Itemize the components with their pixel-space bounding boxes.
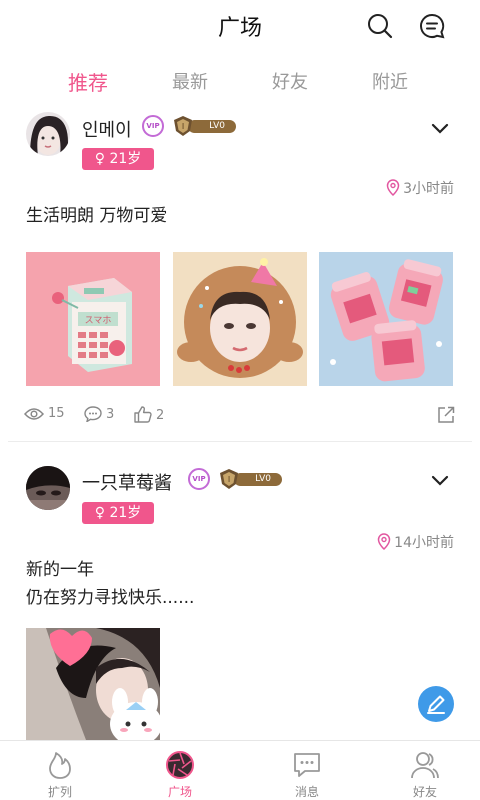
post-time: 3小时前: [386, 178, 454, 198]
time-label: 14小时前: [394, 535, 454, 551]
shield-icon: I: [174, 116, 192, 136]
avatar[interactable]: [26, 112, 70, 156]
top-bar: 广场: [0, 0, 480, 52]
username[interactable]: 一只草莓酱: [82, 469, 172, 495]
feed-post[interactable]: 一只草莓酱 VIP LV0 I ♀ 21岁 14小时前 新的一年 仍在努力寻找快…: [0, 466, 480, 740]
post-text: 生活明朗 万物可爱: [26, 202, 167, 230]
tab-friends[interactable]: 好友: [250, 68, 330, 94]
avatar[interactable]: [26, 466, 70, 510]
nav-label: 好友: [412, 785, 437, 799]
view-count-value: 15: [48, 406, 65, 421]
nav-label: 消息: [294, 785, 319, 799]
time-label: 3小时前: [403, 181, 454, 197]
location-pin-icon: [377, 533, 391, 551]
flame-icon: [49, 752, 71, 779]
chat-icon[interactable]: [418, 12, 446, 40]
message-icon: [294, 753, 320, 777]
pencil-icon: [427, 695, 445, 714]
post-text-line: 仍在努力寻找快乐......: [26, 588, 195, 608]
comment-icon: [84, 406, 102, 423]
post-image[interactable]: [26, 628, 160, 740]
post-time: 14小时前: [377, 532, 454, 552]
post-image[interactable]: [173, 252, 307, 386]
post-image[interactable]: スマホ: [26, 252, 160, 386]
eye-icon: [23, 408, 45, 420]
feed-tabs: 推荐 最新 好友 附近: [0, 62, 480, 102]
post-text-line: 新的一年: [26, 560, 94, 580]
post-text-line: 生活明朗 万物可爱: [26, 206, 168, 226]
nav-item-messages[interactable]: 消息: [247, 741, 367, 800]
level-badge: LV0 I: [172, 115, 238, 137]
like-count-value: 2: [156, 408, 165, 423]
svg-text:I: I: [228, 475, 230, 484]
post-text: 新的一年 仍在努力寻找快乐......: [26, 556, 194, 612]
username[interactable]: 인메이: [82, 116, 132, 142]
post-stats: 15 3 2: [23, 406, 454, 426]
svg-text:I: I: [182, 122, 184, 131]
nav-item-plaza[interactable]: 广场: [120, 741, 240, 800]
share-icon[interactable]: [437, 406, 455, 424]
nav-label: 广场: [167, 785, 192, 799]
vip-badge: VIP: [142, 115, 164, 137]
tab-recommended[interactable]: 推荐: [48, 67, 128, 96]
tab-latest[interactable]: 最新: [150, 68, 230, 94]
post-image[interactable]: [319, 252, 453, 386]
view-count: 15: [23, 406, 65, 424]
nav-label: 扩列: [47, 785, 72, 799]
gender-age-tag: ♀ 21岁: [82, 502, 154, 524]
compose-button[interactable]: [418, 686, 454, 722]
comment-count[interactable]: 3: [84, 406, 114, 424]
gender-age-tag: ♀ 21岁: [82, 148, 154, 170]
friends-icon: [411, 752, 439, 779]
thumbs-up-icon: [134, 406, 152, 423]
level-label: LV0: [234, 473, 282, 486]
like-count[interactable]: 2: [134, 406, 164, 424]
page-title: 广场: [217, 16, 262, 41]
shield-icon: I: [220, 469, 238, 489]
bottom-nav: 扩列 广场 消息 好友: [0, 740, 480, 800]
location-pin-icon: [386, 179, 400, 197]
nav-item-expand[interactable]: 扩列: [0, 741, 120, 800]
svg-text:スマホ: スマホ: [85, 315, 112, 326]
feed-post[interactable]: 인메이 VIP LV0 I ♀ 21岁 3小时前 生活明朗 万物可爱 スマホ 1…: [0, 112, 480, 442]
chevron-down-icon[interactable]: [430, 121, 450, 135]
nav-item-friends[interactable]: 好友: [365, 741, 480, 800]
vip-badge: VIP: [188, 468, 210, 490]
comment-count-value: 3: [106, 407, 115, 422]
chevron-down-icon[interactable]: [430, 473, 450, 487]
post-divider: [8, 441, 472, 442]
level-badge: LV0 I: [218, 468, 284, 490]
aperture-icon: [166, 751, 194, 779]
post-images: スマホ: [0, 252, 480, 388]
tab-nearby[interactable]: 附近: [350, 68, 430, 94]
search-icon[interactable]: [366, 12, 394, 40]
level-label: LV0: [188, 120, 236, 133]
